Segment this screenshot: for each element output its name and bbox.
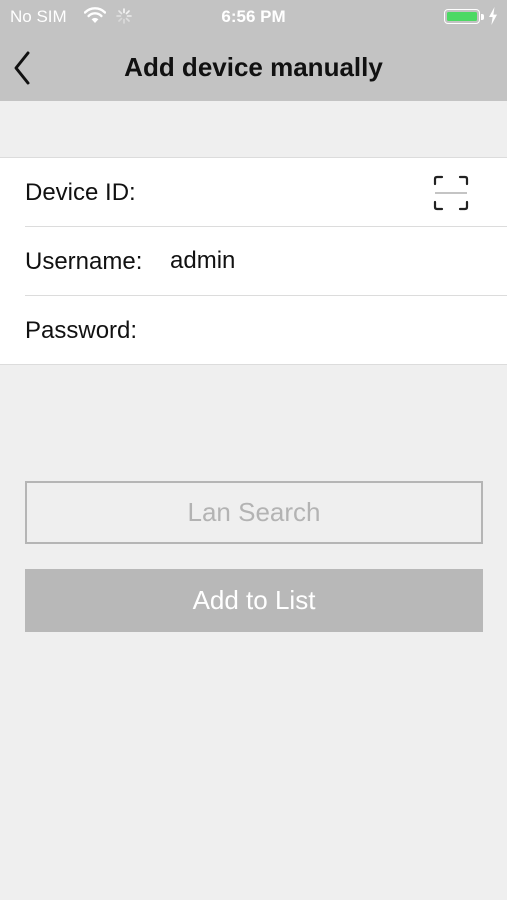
battery-tip (481, 14, 484, 20)
device-id-label: Device ID: (25, 179, 136, 206)
page-title: Add device manually (124, 52, 383, 82)
top-bar: No SIM 6:56 PM Add device manually (0, 0, 507, 101)
device-form: Device ID: Username: Password: (0, 157, 507, 365)
device-id-row: Device ID: (0, 158, 507, 227)
battery-level (447, 12, 477, 21)
username-field[interactable] (170, 244, 420, 278)
username-row: Username: (0, 227, 507, 296)
username-label: Username: (25, 248, 143, 275)
password-row: Password: (0, 296, 507, 365)
password-field[interactable] (152, 313, 422, 347)
battery-icon (444, 9, 480, 24)
charging-bolt-icon (489, 7, 497, 25)
add-to-list-button[interactable]: Add to List (25, 569, 483, 632)
navigation-bar: Add device manually (0, 34, 507, 101)
status-bar: No SIM 6:56 PM (0, 0, 507, 34)
lan-search-button[interactable]: Lan Search (25, 481, 483, 544)
password-label: Password: (25, 317, 138, 344)
device-id-field[interactable] (152, 175, 422, 209)
qr-scan-button[interactable] (433, 175, 469, 211)
status-time: 6:56 PM (221, 7, 286, 26)
qr-scan-icon (433, 175, 469, 211)
